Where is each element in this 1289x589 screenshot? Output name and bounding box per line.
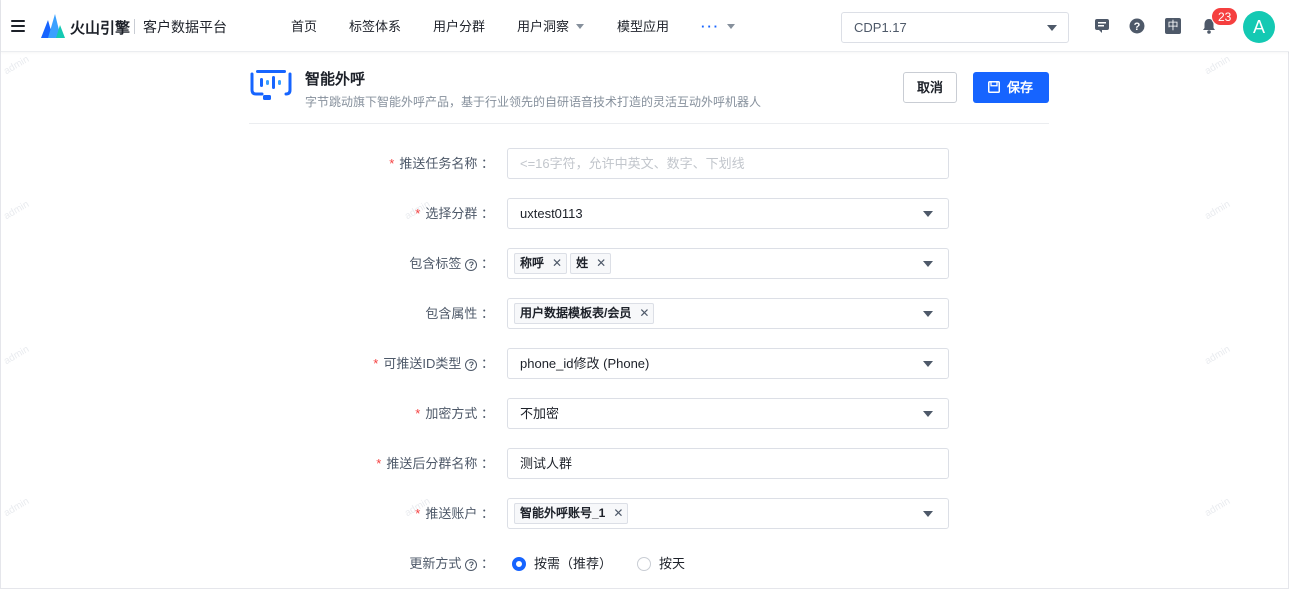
- tag-chip: 姓 ✕: [570, 253, 612, 274]
- version-select[interactable]: CDP1.17: [841, 12, 1069, 43]
- watermark: admin: [1203, 198, 1233, 223]
- account-chip: 智能外呼账号_1 ✕: [514, 503, 629, 524]
- nav-model-apps[interactable]: 模型应用: [617, 0, 669, 52]
- watermark: admin: [1203, 53, 1233, 78]
- account-select[interactable]: 智能外呼账号_1 ✕: [507, 498, 949, 529]
- chevron-down-icon: [923, 261, 933, 267]
- help-icon[interactable]: ?: [1129, 18, 1145, 34]
- radio-label: 按需（推荐）: [534, 556, 613, 571]
- volcano-logo-icon: [41, 14, 65, 38]
- encryption-label: * 加密方式 ：: [415, 406, 494, 421]
- attributes-label: 包含属性 ：: [425, 306, 494, 321]
- radio-label: 按天: [659, 556, 686, 571]
- watermark: admin: [2, 198, 32, 223]
- chevron-down-icon: [923, 361, 933, 367]
- nav-user-insights[interactable]: 用户洞察: [517, 0, 585, 52]
- top-navbar: 火山引擎 客户数据平台 首页 标签体系 用户分群 用户洞察 模型应用 ··· C…: [1, 0, 1289, 52]
- brand-name: 火山引擎: [70, 20, 131, 37]
- nav-home[interactable]: 首页: [291, 0, 317, 52]
- id-type-select[interactable]: phone_id修改 (Phone): [507, 348, 949, 379]
- cancel-button[interactable]: 取消: [903, 72, 957, 103]
- watermark: admin: [1203, 343, 1233, 368]
- help-icon[interactable]: ?: [465, 359, 478, 371]
- header-divider: [249, 123, 1049, 124]
- tags-select[interactable]: 称呼 ✕ 姓 ✕: [507, 248, 949, 279]
- close-icon[interactable]: ✕: [552, 254, 562, 273]
- help-icon[interactable]: ?: [465, 559, 478, 571]
- language-icon[interactable]: 中: [1165, 18, 1181, 34]
- page-title: 智能外呼: [305, 71, 366, 88]
- id-type-label: * 可推送ID类型? ：: [373, 356, 494, 371]
- watermark: admin: [2, 495, 32, 520]
- save-icon: [988, 81, 1000, 93]
- save-button[interactable]: 保存: [973, 72, 1049, 103]
- attributes-select[interactable]: 用户数据模板表/会员 ✕: [507, 298, 949, 329]
- watermark: admin: [2, 343, 32, 368]
- update-mode-label: 更新方式? ：: [409, 556, 494, 571]
- nav-more[interactable]: ···: [701, 0, 735, 52]
- account-label: * 推送账户 ：: [415, 506, 494, 521]
- watermark: admin: [1203, 495, 1233, 520]
- watermark: admin: [2, 53, 32, 78]
- brand-divider: [134, 19, 135, 34]
- chevron-down-icon: [1047, 25, 1057, 31]
- save-button-label: 保存: [1007, 80, 1034, 95]
- chevron-down-icon: [923, 211, 933, 217]
- chevron-down-icon: [727, 24, 735, 29]
- help-icon[interactable]: ?: [465, 259, 478, 271]
- tag-chip: 称呼 ✕: [514, 253, 568, 274]
- radio-checked-icon: [512, 557, 526, 571]
- segment-select[interactable]: uxtest0113: [507, 198, 949, 229]
- chevron-down-icon: [923, 311, 933, 317]
- notification-badge: 23: [1211, 7, 1239, 26]
- attribute-chip: 用户数据模板表/会员 ✕: [514, 303, 655, 324]
- task-name-label: * 推送任务名称 ：: [389, 156, 494, 171]
- radio-unchecked-icon: [637, 557, 651, 571]
- avatar[interactable]: A: [1243, 11, 1275, 43]
- chevron-down-icon: [923, 511, 933, 517]
- close-icon[interactable]: ✕: [596, 254, 606, 273]
- segment-name-input[interactable]: 测试人群: [507, 448, 949, 479]
- nav-tag-system[interactable]: 标签体系: [349, 0, 401, 52]
- close-icon[interactable]: ✕: [639, 304, 649, 323]
- segment-label: * 选择分群 ：: [415, 206, 494, 221]
- menu-icon[interactable]: [11, 20, 25, 32]
- svg-text:?: ?: [1134, 21, 1141, 33]
- page-description: 字节跳动旗下智能外呼产品，基于行业领先的自研语音技术打造的灵活互动外呼机器人: [305, 95, 762, 109]
- feedback-icon[interactable]: [1094, 18, 1110, 34]
- nav-user-segments[interactable]: 用户分群: [433, 0, 485, 52]
- tags-label: 包含标签? ：: [409, 256, 494, 271]
- chevron-down-icon: [923, 411, 933, 417]
- close-icon[interactable]: ✕: [613, 504, 623, 523]
- task-name-input[interactable]: <=16字符，允许中英文、数字、下划线: [507, 148, 949, 179]
- version-value: CDP1.17: [854, 20, 907, 35]
- encryption-select[interactable]: 不加密: [507, 398, 949, 429]
- product-name[interactable]: 客户数据平台: [143, 17, 227, 37]
- chevron-down-icon: [576, 24, 585, 29]
- app-frame: 火山引擎 客户数据平台 首页 标签体系 用户分群 用户洞察 模型应用 ··· C…: [0, 0, 1289, 589]
- voice-call-icon: [250, 70, 292, 100]
- segment-name-label: * 推送后分群名称 ：: [376, 456, 494, 471]
